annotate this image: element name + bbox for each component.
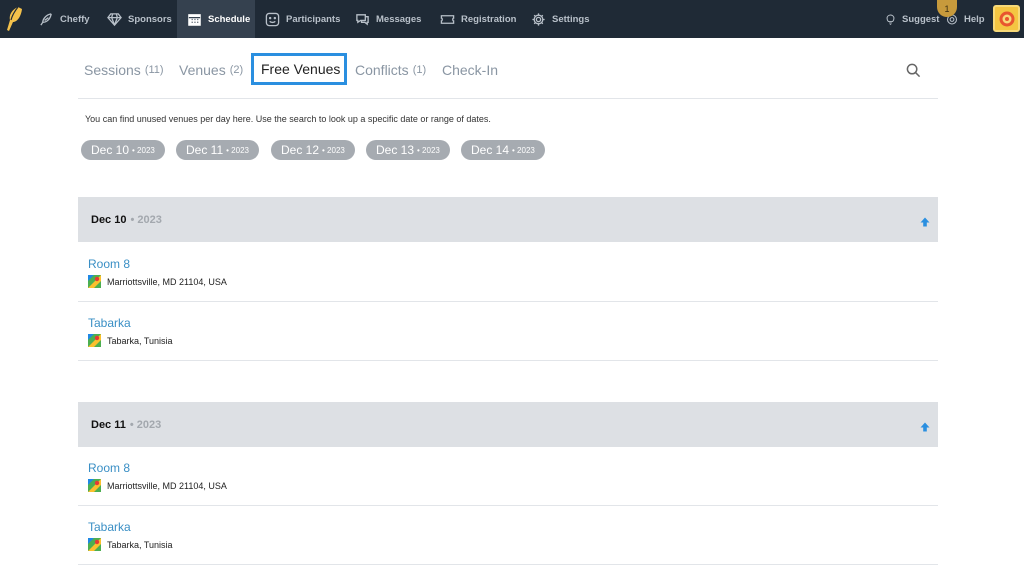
nav-item-participants[interactable]: Participants [265, 0, 345, 38]
day-header-year: • 2023 [130, 213, 162, 226]
day-header-year: • 2023 [129, 418, 162, 431]
venue-address-text: Tabarka, Tunisia [107, 335, 173, 346]
nav-item-schedule[interactable]: Schedule [177, 0, 255, 38]
chip-year: • 2023 [417, 145, 440, 155]
top-navigation-bar: Cheffy Sponsors Schedule Participants Me… [0, 0, 1024, 38]
nav-item-registration[interactable]: Registration [440, 0, 520, 38]
tab-label: Conflicts [355, 62, 409, 78]
venue-address[interactable]: Marriottsville, MD 21104, USA [88, 275, 227, 288]
map-icon [88, 479, 101, 492]
tab-label: Venues [179, 62, 226, 78]
tab-label: Check-In [442, 62, 499, 78]
chip-day: Dec 10 [91, 143, 130, 157]
nav-label: Sponsors [128, 13, 172, 25]
venue-address-text: Tabarka, Tunisia [107, 539, 173, 550]
app-logo[interactable] [0, 0, 28, 38]
avatar-image [999, 11, 1014, 26]
tab-count: (2) [229, 64, 244, 76]
venue-address-text: Marriottsville, MD 21104, USA [107, 480, 227, 491]
date-chip-dec-14[interactable]: Dec 14 • 2023 [461, 140, 545, 160]
nav-item-sponsors[interactable]: Sponsors [98, 0, 177, 38]
logo-icon [7, 6, 22, 31]
venue-address-text: Marriottsville, MD 21104, USA [107, 276, 227, 287]
tab-free-venues[interactable]: Free Venues [251, 53, 347, 85]
suggest-label: Suggest [902, 13, 940, 25]
venue-address[interactable]: Tabarka, Tunisia [88, 334, 173, 347]
venue-name-link[interactable]: Tabarka [88, 316, 131, 330]
nav-item-settings[interactable]: Settings [531, 0, 601, 38]
nav-item-messages[interactable]: Messages [355, 0, 430, 38]
tab-label: Sessions [84, 62, 141, 78]
feather-icon [39, 12, 54, 27]
day-header-dec-10: Dec 10 • 2023 [78, 197, 938, 242]
list-item: Room 8 Marriottsville, MD 21104, USA [78, 447, 938, 506]
date-chip-dec-11[interactable]: Dec 11 • 2023 [176, 140, 259, 160]
tab-label: Free Venues [261, 61, 341, 77]
tab-check-in[interactable]: Check-In [442, 56, 498, 84]
face-icon [265, 12, 280, 27]
search-button[interactable] [903, 60, 923, 80]
venue-address[interactable]: Tabarka, Tunisia [88, 538, 173, 551]
list-item: Tabarka Tabarka, Tunisia [78, 302, 938, 361]
chip-year: • 2023 [512, 145, 535, 155]
venue-address[interactable]: Marriottsville, MD 21104, USA [88, 479, 227, 492]
help-label: Help [964, 13, 985, 25]
tab-count: (11) [144, 64, 164, 76]
venue-name-link[interactable]: Room 8 [88, 257, 130, 271]
nav-label: Participants [286, 13, 341, 25]
tab-venues[interactable]: Venues (2) [179, 56, 243, 84]
arrow-up-icon[interactable] [920, 214, 930, 227]
map-icon [88, 334, 101, 347]
diamond-icon [107, 12, 122, 27]
map-icon [88, 275, 101, 288]
tabs-divider [78, 98, 938, 99]
tab-sessions[interactable]: Sessions (11) [84, 56, 164, 84]
day-header-date: Dec 10 [91, 213, 127, 226]
chip-year: • 2023 [322, 145, 345, 155]
tab-conflicts[interactable]: Conflicts (1) [355, 56, 426, 84]
venue-name-link[interactable]: Room 8 [88, 461, 130, 475]
list-item: Tabarka Tabarka, Tunisia [78, 506, 938, 565]
nav-label: Messages [376, 13, 422, 25]
intro-text: You can find unused venues per day here.… [85, 114, 491, 124]
chip-day: Dec 12 [281, 143, 320, 157]
nav-label: Schedule [208, 13, 251, 25]
avatar[interactable] [993, 5, 1020, 32]
venue-name-link[interactable]: Tabarka [88, 520, 131, 534]
date-chip-dec-12[interactable]: Dec 12 • 2023 [271, 140, 355, 160]
date-chip-dec-13[interactable]: Dec 13 • 2023 [366, 140, 450, 160]
map-icon [88, 538, 101, 551]
tab-count: (1) [412, 64, 427, 76]
chip-year: • 2023 [132, 145, 155, 155]
gear-icon [531, 12, 546, 27]
search-icon [906, 63, 920, 77]
chip-day: Dec 14 [471, 143, 510, 157]
arrow-up-icon[interactable] [920, 419, 930, 432]
chip-year: • 2023 [226, 145, 249, 155]
ticket-icon [440, 12, 455, 27]
chip-day: Dec 13 [376, 143, 415, 157]
day-header-dec-11: Dec 11 • 2023 [78, 402, 938, 447]
nav-label: Settings [552, 13, 590, 25]
suggest-button[interactable]: Suggest [885, 0, 940, 38]
chip-day: Dec 11 [186, 143, 224, 157]
date-chip-dec-10[interactable]: Dec 10 • 2023 [81, 140, 165, 160]
chat-icon [355, 12, 370, 27]
lightbulb-icon [885, 12, 896, 27]
day-header-date: Dec 11 [91, 418, 126, 431]
nav-item-cheffy[interactable]: Cheffy [33, 0, 98, 38]
nav-label: Cheffy [60, 13, 90, 25]
calendar-icon [187, 12, 202, 27]
nav-label: Registration [461, 13, 517, 25]
list-item: Room 8 Marriottsville, MD 21104, USA [78, 243, 938, 302]
